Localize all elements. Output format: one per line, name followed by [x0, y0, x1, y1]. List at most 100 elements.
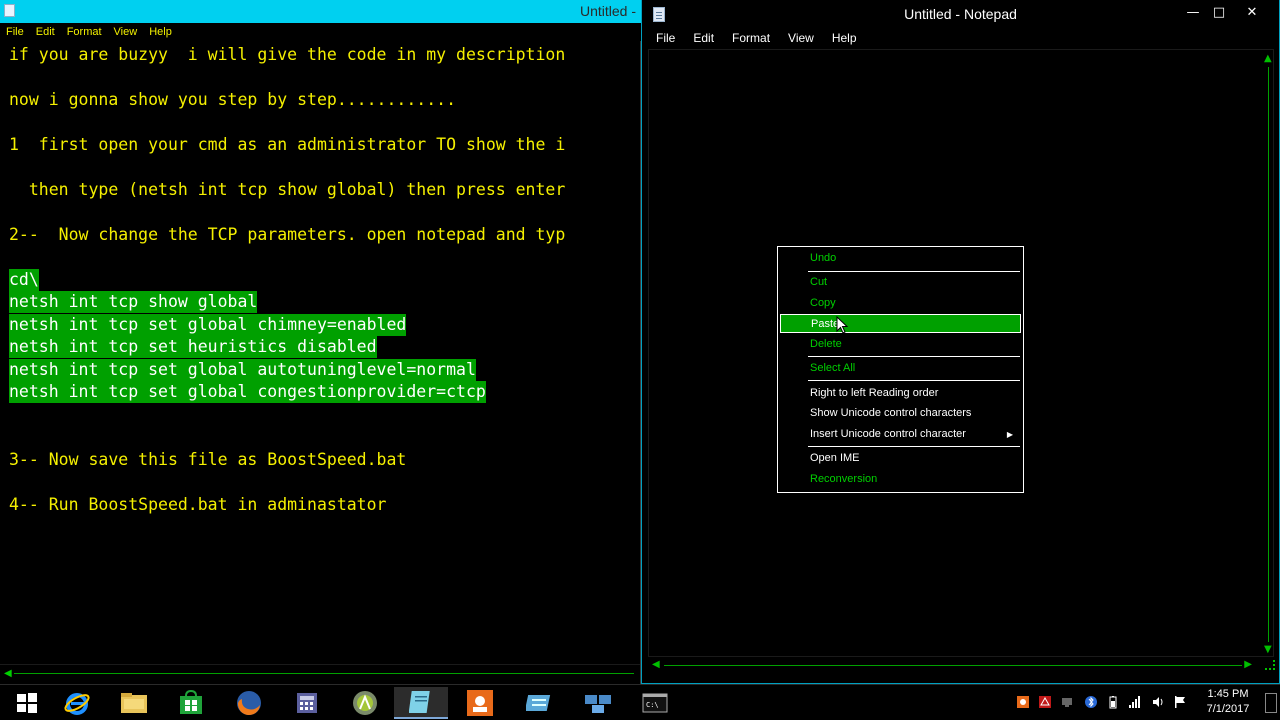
scroll-left-icon[interactable]: ◀	[652, 659, 660, 670]
taskbar-network-app[interactable]	[571, 687, 625, 719]
tray-network-status-icon[interactable]	[1060, 695, 1074, 709]
left-window-title: Untitled -	[580, 3, 637, 19]
scroll-up-icon[interactable]: ▲	[1264, 53, 1272, 64]
right-menu-bar: File Edit Format View Help	[642, 29, 1279, 48]
taskbar-android[interactable]	[338, 687, 392, 719]
ctx-insert-unicode-label: Insert Unicode control character	[810, 428, 966, 440]
volume-icon[interactable]	[1151, 695, 1165, 709]
text-line: then type (netsh int tcp show global) th…	[9, 180, 566, 199]
menu-format[interactable]: Format	[732, 29, 777, 48]
left-notepad-window: Untitled - File Edit Format View Help if…	[0, 0, 641, 684]
ctx-reconversion[interactable]: Reconversion	[780, 470, 1021, 489]
menu-help[interactable]: Help	[143, 23, 178, 41]
scroll-track[interactable]	[14, 673, 634, 674]
selected-text-line: netsh int tcp show global	[9, 291, 258, 313]
menu-file[interactable]: File	[642, 29, 682, 48]
selected-text-line: netsh int tcp set global congestionprovi…	[9, 381, 486, 403]
taskbar-app-orange[interactable]	[453, 687, 507, 719]
calculator-icon	[297, 693, 317, 713]
taskbar-file-explorer[interactable]	[107, 687, 161, 719]
scroll-left-icon[interactable]: ◀	[4, 668, 12, 679]
text-line: if you are buzyy i will give the code in…	[9, 45, 566, 64]
svg-text:C:\: C:\	[646, 701, 659, 709]
taskbar-app-blue[interactable]	[513, 687, 567, 719]
store-icon	[180, 690, 202, 714]
left-horizontal-scrollbar[interactable]: ◀	[0, 664, 640, 680]
ctx-insert-unicode[interactable]: Insert Unicode control character ▶	[780, 425, 1021, 444]
show-desktop-button[interactable]	[1265, 693, 1277, 713]
scroll-track[interactable]	[1268, 67, 1269, 642]
selected-text-line: netsh int tcp set global chimney=enabled	[9, 314, 407, 336]
menu-edit[interactable]: Edit	[693, 29, 721, 48]
cmd-icon: C:\	[642, 693, 668, 713]
menu-format[interactable]: Format	[61, 23, 108, 41]
selected-text-line: netsh int tcp set heuristics disabled	[9, 336, 377, 358]
ctx-paste[interactable]: Paste	[780, 314, 1021, 333]
ctx-rtl-reading[interactable]: Right to left Reading order	[780, 384, 1021, 403]
menu-help[interactable]: Help	[832, 29, 864, 48]
menu-separator	[808, 380, 1020, 381]
menu-view[interactable]: View	[108, 23, 144, 41]
minimize-button[interactable]: —	[1179, 2, 1207, 24]
taskbar: C:\ 1:45 PM 7/1/2017	[0, 684, 1280, 720]
text-line: 3-- Now save this file as BoostSpeed.bat	[9, 450, 407, 469]
left-text-area[interactable]: if you are buzyy i will give the code in…	[0, 41, 640, 664]
ctx-undo[interactable]: Undo	[780, 249, 1021, 268]
right-title-bar[interactable]: Untitled - Notepad — □ ✕	[642, 0, 1279, 29]
file-explorer-icon	[121, 693, 147, 713]
taskbar-cmd[interactable]: C:\	[628, 687, 682, 719]
menu-view[interactable]: View	[788, 29, 821, 48]
mouse-pointer-icon	[836, 316, 848, 334]
context-menu: Undo Cut Copy Paste Delete Select All Ri…	[777, 246, 1024, 493]
resize-grip-icon[interactable]	[1265, 660, 1275, 670]
clock[interactable]: 1:45 PM 7/1/2017	[1202, 687, 1254, 717]
menu-separator	[808, 356, 1020, 357]
bluetooth-icon[interactable]	[1084, 695, 1098, 709]
ctx-delete[interactable]: Delete	[780, 335, 1021, 354]
text-line: 2-- Now change the TCP parameters. open …	[9, 225, 566, 244]
wifi-signal-icon[interactable]	[1128, 695, 1142, 709]
taskbar-calculator[interactable]	[280, 687, 334, 719]
selected-text-line: netsh int tcp set global autotuninglevel…	[9, 359, 476, 381]
notepad-icon	[4, 4, 15, 17]
menu-separator	[808, 271, 1020, 272]
ctx-show-unicode[interactable]: Show Unicode control characters	[780, 404, 1021, 423]
internet-explorer-icon	[64, 693, 90, 715]
taskbar-internet-explorer[interactable]	[50, 687, 104, 719]
app-orange-icon	[467, 690, 493, 716]
maximize-button[interactable]: □	[1205, 2, 1233, 24]
taskbar-firefox[interactable]	[222, 687, 276, 719]
scroll-right-icon[interactable]: ▶	[1244, 659, 1252, 670]
action-center-flag-icon[interactable]	[1173, 695, 1187, 709]
menu-separator	[808, 446, 1020, 447]
tray-pdf-icon[interactable]	[1038, 695, 1052, 709]
battery-icon[interactable]	[1106, 695, 1120, 709]
submenu-arrow-icon: ▶	[1006, 430, 1013, 439]
text-line: 1 first open your cmd as an administrato…	[9, 135, 566, 154]
start-button[interactable]	[0, 687, 54, 719]
app-blue-icon	[526, 695, 551, 711]
notepad-icon	[409, 691, 430, 713]
ctx-select-all[interactable]: Select All	[780, 359, 1021, 378]
firefox-icon	[237, 691, 261, 716]
tray-app-icon[interactable]	[1016, 695, 1030, 709]
clock-date: 7/1/2017	[1206, 703, 1250, 715]
ctx-open-ime[interactable]: Open IME	[780, 449, 1021, 468]
start-icon	[17, 693, 37, 713]
left-title-bar[interactable]: Untitled -	[0, 0, 641, 23]
menu-edit[interactable]: Edit	[30, 23, 61, 41]
right-horizontal-scrollbar[interactable]: ◀ ▶	[648, 657, 1258, 673]
menu-file[interactable]: File	[0, 23, 30, 41]
close-button[interactable]: ✕	[1238, 2, 1266, 24]
taskbar-store[interactable]	[164, 687, 218, 719]
taskbar-notepad[interactable]	[394, 687, 448, 719]
ctx-cut[interactable]: Cut	[780, 273, 1021, 292]
network-app-icon	[585, 695, 611, 713]
text-line: 4-- Run BoostSpeed.bat in adminastator	[9, 495, 387, 514]
text-line: now i gonna show you step by step.......…	[9, 90, 457, 109]
left-menu-bar: File Edit Format View Help	[0, 23, 641, 41]
ctx-copy[interactable]: Copy	[780, 294, 1021, 313]
scroll-down-icon[interactable]: ▼	[1264, 644, 1272, 655]
scroll-track[interactable]	[664, 665, 1242, 666]
right-vertical-scrollbar[interactable]: ▲ ▼	[1261, 49, 1277, 657]
